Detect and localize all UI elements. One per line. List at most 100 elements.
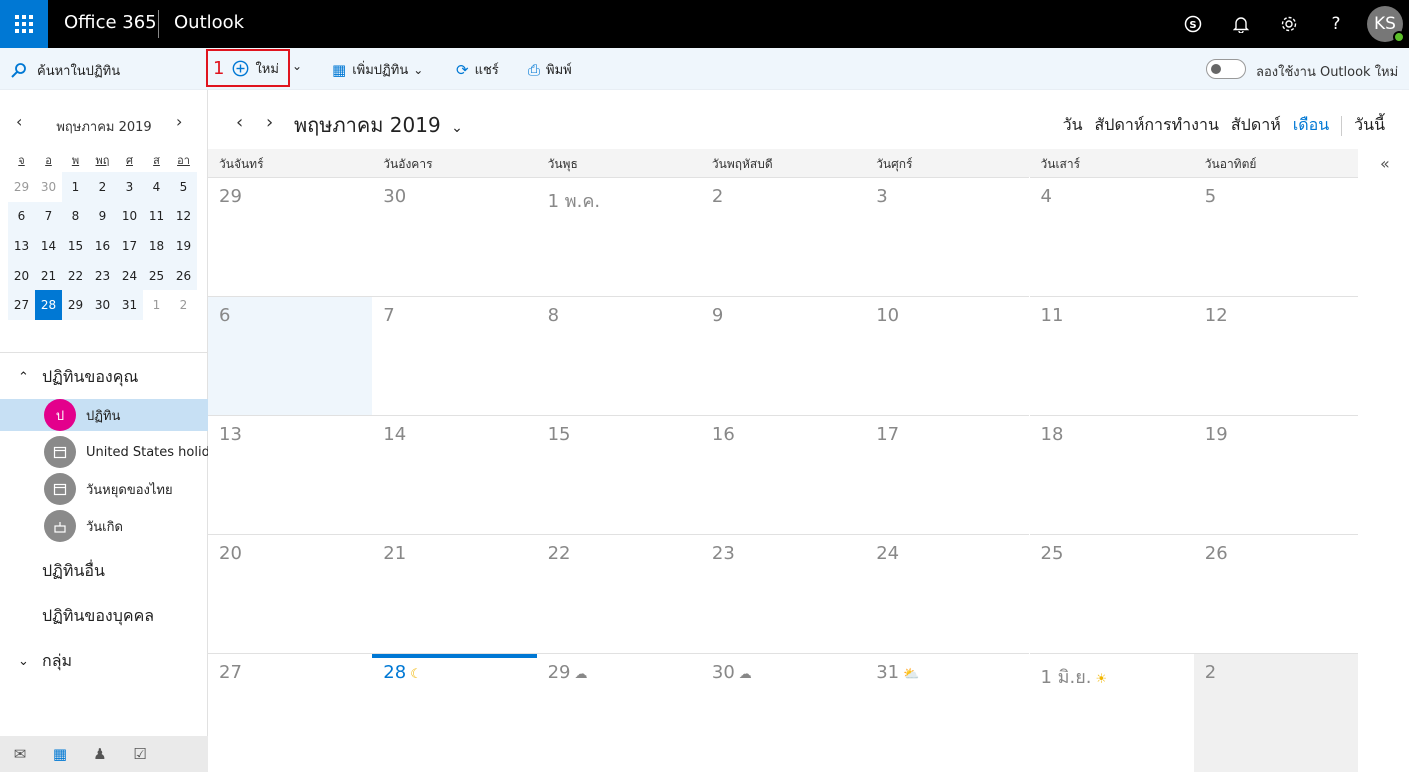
mini-day[interactable]: 22 — [62, 260, 89, 291]
view-option[interactable]: เดือน — [1293, 113, 1329, 138]
mini-day[interactable]: 7 — [35, 201, 62, 232]
day-cell[interactable]: 5 — [1193, 177, 1359, 296]
user-avatar[interactable]: KS — [1367, 6, 1405, 43]
mini-day[interactable]: 15 — [62, 231, 89, 261]
today-button[interactable]: วันนี้ — [1354, 113, 1385, 138]
day-cell[interactable]: 30 — [372, 177, 537, 296]
mini-day[interactable]: 12 — [170, 201, 197, 232]
mini-day[interactable]: 2 — [89, 172, 116, 202]
day-cell[interactable]: 3 — [865, 177, 1030, 296]
mini-day[interactable]: 30 — [35, 172, 62, 202]
calendar-item[interactable]: วันเกิด — [0, 510, 208, 542]
prev-month-icon[interactable]: ‹ — [236, 112, 243, 133]
mini-day[interactable]: 23 — [89, 260, 116, 291]
mini-day[interactable]: 13 — [8, 231, 35, 261]
day-cell[interactable]: 25 — [1029, 534, 1194, 653]
mini-day[interactable]: 28 — [35, 290, 62, 320]
groups-group[interactable]: ⌄ กลุ่ม — [18, 649, 72, 674]
mini-day[interactable]: 29 — [62, 290, 89, 320]
day-cell[interactable]: 7 — [372, 296, 537, 415]
day-cell[interactable]: 22 — [536, 534, 701, 653]
day-cell[interactable]: 30 ☁ — [700, 653, 866, 772]
share-button[interactable]: ⟳ แชร์ — [456, 59, 499, 80]
mini-day[interactable]: 18 — [143, 231, 170, 261]
mini-day[interactable]: 21 — [35, 260, 62, 291]
month-title-button[interactable]: พฤษภาคม 2019 ⌄ — [294, 109, 463, 141]
mini-day[interactable]: 4 — [143, 172, 170, 202]
view-option[interactable]: สัปดาห์ — [1231, 113, 1281, 138]
skype-icon[interactable]: S — [1179, 10, 1207, 38]
day-cell[interactable]: 27 — [208, 653, 373, 772]
mini-day[interactable]: 25 — [143, 260, 170, 291]
day-cell[interactable]: 1 พ.ค. — [536, 177, 701, 296]
view-option[interactable]: วัน — [1063, 113, 1083, 138]
print-button[interactable]: ⎙ พิมพ์ — [528, 59, 572, 80]
day-cell[interactable]: 10 — [865, 296, 1030, 415]
other-calendars-group[interactable]: ปฏิทินอื่น — [42, 559, 105, 584]
calendar-search[interactable]: ค้นหาในปฏิทิน — [10, 60, 120, 81]
your-calendars-group[interactable]: ⌃ ปฏิทินของคุณ — [18, 365, 138, 390]
mini-day[interactable]: 14 — [35, 231, 62, 261]
mini-day[interactable]: 17 — [116, 231, 143, 261]
mini-day[interactable]: 1 — [143, 290, 170, 320]
mail-icon[interactable]: ✉ — [0, 745, 40, 763]
mini-day[interactable]: 24 — [116, 260, 143, 291]
day-cell[interactable]: 26 — [1193, 534, 1359, 653]
day-cell[interactable]: 20 — [208, 534, 373, 653]
app-title[interactable]: Outlook — [174, 12, 244, 33]
day-cell[interactable]: 18 — [1029, 415, 1194, 534]
new-dropdown-chevron[interactable]: ⌄ — [292, 59, 302, 73]
day-cell[interactable]: 8 — [536, 296, 701, 415]
add-calendar-button[interactable]: ▦ เพิ่มปฏิทิน ⌄ — [332, 59, 423, 80]
calendar-item[interactable]: United States holidays — [0, 436, 208, 468]
day-cell[interactable]: 2 — [700, 177, 866, 296]
day-cell[interactable]: 19 — [1193, 415, 1359, 534]
calendar-item[interactable]: ป ปฏิทิน — [0, 399, 208, 431]
office-365-brand[interactable]: Office 365 — [64, 12, 157, 33]
mini-day[interactable]: 6 — [8, 201, 35, 232]
day-cell[interactable]: 1 มิ.ย. ☀ — [1029, 653, 1194, 772]
day-cell[interactable]: 24 — [865, 534, 1030, 653]
mini-day[interactable]: 1 — [62, 172, 89, 202]
mini-day[interactable]: 10 — [116, 201, 143, 232]
day-cell[interactable]: 12 — [1193, 296, 1359, 415]
mini-day[interactable]: 26 — [170, 260, 197, 291]
tasks-icon[interactable]: ☑ — [120, 745, 160, 763]
day-cell[interactable]: 29 — [208, 177, 373, 296]
gear-icon[interactable] — [1275, 10, 1303, 38]
mini-day[interactable]: 2 — [170, 290, 197, 320]
day-cell[interactable]: 17 — [865, 415, 1030, 534]
day-cell[interactable]: 31 ⛅ — [865, 653, 1030, 772]
mini-day[interactable]: 20 — [8, 260, 35, 291]
mini-next-month-icon[interactable]: › — [176, 112, 182, 131]
day-cell[interactable]: 2 — [1193, 653, 1359, 772]
next-month-icon[interactable]: › — [266, 112, 273, 133]
mini-day[interactable]: 8 — [62, 201, 89, 232]
mini-day[interactable]: 27 — [8, 290, 35, 320]
day-cell[interactable]: 21 — [372, 534, 537, 653]
day-cell[interactable]: 9 — [700, 296, 866, 415]
mini-day[interactable]: 30 — [89, 290, 116, 320]
people-calendars-group[interactable]: ปฏิทินของบุคคล — [42, 604, 154, 629]
day-cell[interactable]: 28 ☾ — [372, 653, 537, 772]
mini-day[interactable]: 3 — [116, 172, 143, 202]
day-cell[interactable]: 4 — [1029, 177, 1194, 296]
mini-day[interactable]: 31 — [116, 290, 143, 320]
app-launcher-button[interactable] — [0, 0, 48, 48]
view-option[interactable]: สัปดาห์การทำงาน — [1095, 113, 1219, 138]
mini-day[interactable]: 11 — [143, 201, 170, 232]
day-cell[interactable]: 11 — [1029, 296, 1194, 415]
new-event-button[interactable]: 1 ใหม่ — [213, 58, 279, 79]
mini-day[interactable]: 29 — [8, 172, 35, 202]
day-cell[interactable]: 16 — [700, 415, 866, 534]
day-cell[interactable]: 14 — [372, 415, 537, 534]
calendar-item[interactable]: วันหยุดของไทย — [0, 473, 208, 505]
day-cell[interactable]: 6 — [208, 296, 373, 415]
day-cell[interactable]: 23 — [700, 534, 866, 653]
mini-day[interactable]: 9 — [89, 201, 116, 232]
mini-day[interactable]: 5 — [170, 172, 197, 202]
day-cell[interactable]: 13 — [208, 415, 373, 534]
bell-icon[interactable] — [1227, 10, 1255, 38]
mini-day[interactable]: 16 — [89, 231, 116, 261]
help-icon[interactable]: ? — [1322, 10, 1350, 38]
